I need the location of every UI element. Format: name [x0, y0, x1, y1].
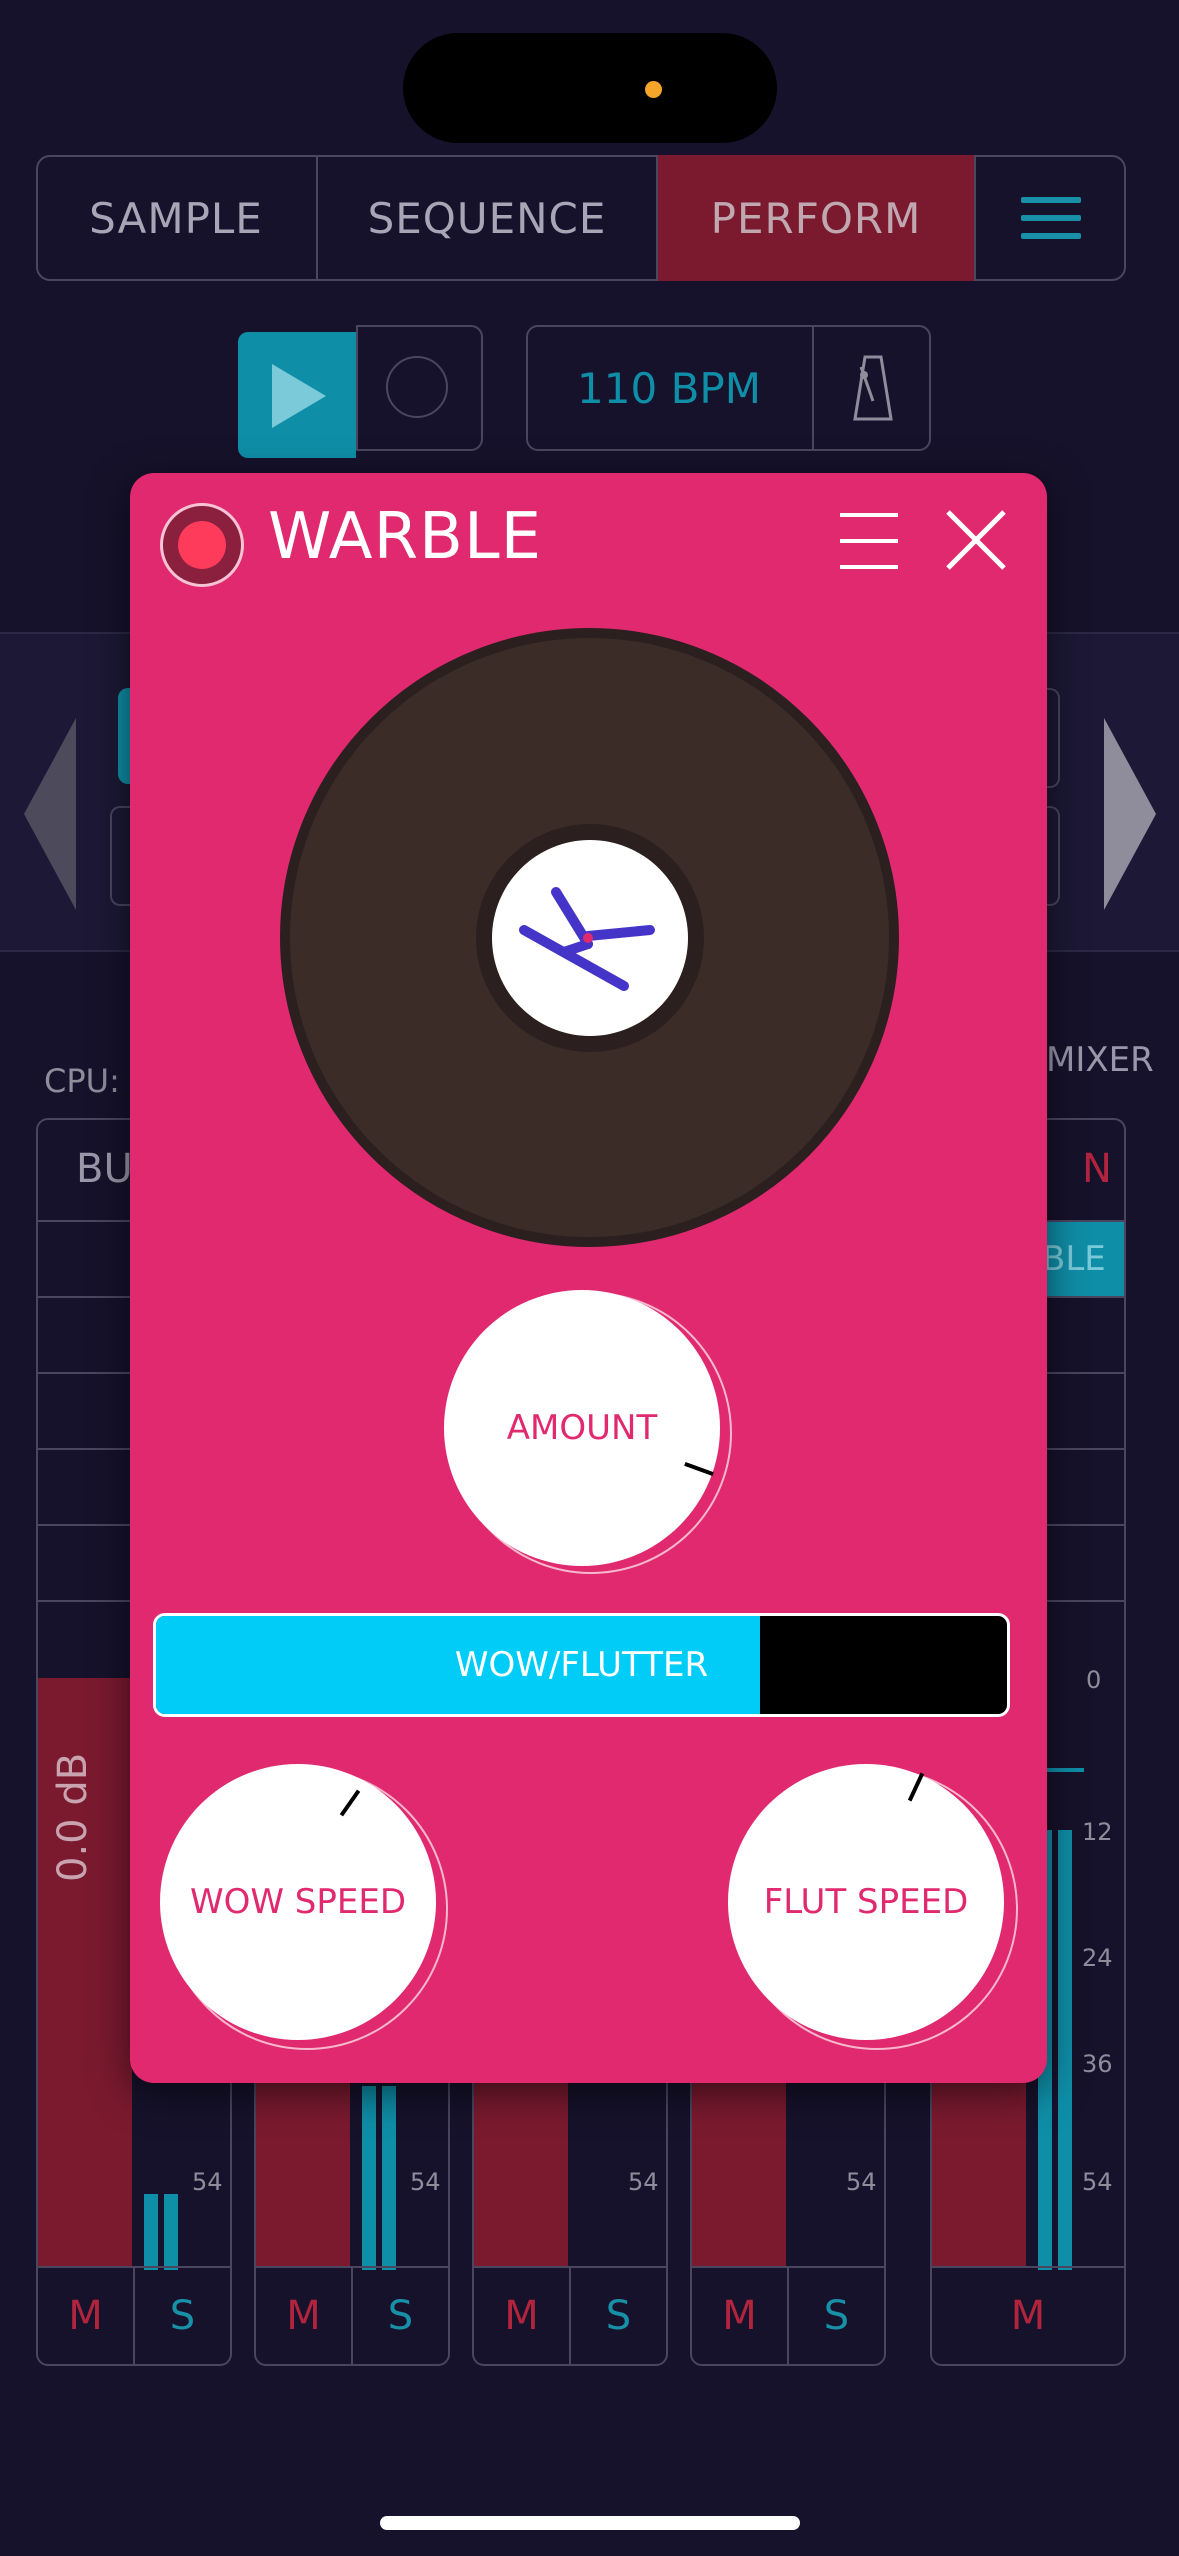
- meter-scale-54: 54: [192, 2168, 223, 2196]
- level-meter: [382, 2086, 396, 2270]
- mute-button[interactable]: M: [932, 2268, 1124, 2364]
- strip-label: BU: [76, 1146, 133, 1192]
- next-arrow-icon[interactable]: [1104, 718, 1156, 910]
- bpm-button[interactable]: 110 BPM: [526, 325, 814, 451]
- reel-spokes-icon: [519, 887, 655, 991]
- wow-flutter-label: WOW/FLUTTER: [454, 1645, 709, 1685]
- menu-icon: [840, 513, 898, 517]
- tab-perform-label: PERFORM: [710, 193, 922, 243]
- level-meter: [164, 2194, 178, 2270]
- fader-db-readout: 0.0 dB: [50, 1752, 96, 1882]
- mute-button[interactable]: M: [38, 2268, 133, 2364]
- volume-fader[interactable]: [932, 2078, 1026, 2268]
- meter-scale-54: 54: [628, 2168, 659, 2196]
- metronome-icon: [852, 355, 893, 421]
- dynamic-island: [403, 33, 777, 143]
- hamburger-icon: [1021, 185, 1081, 251]
- meter-scale-54: 54: [1082, 2168, 1113, 2196]
- panel-menu-button[interactable]: [840, 513, 898, 591]
- reel-hub: [492, 840, 688, 1036]
- meter-scale-54: 54: [846, 2168, 877, 2196]
- home-indicator[interactable]: [380, 2516, 800, 2530]
- meter-scale-36: 36: [1082, 2050, 1113, 2078]
- level-meter: [362, 2086, 376, 2270]
- amount-label: AMOUNT: [506, 1408, 658, 1448]
- main-menu-button[interactable]: [974, 155, 1126, 281]
- flut-speed-label: FLUT SPEED: [763, 1882, 969, 1922]
- wow-speed-label: WOW SPEED: [189, 1882, 407, 1922]
- volume-fader[interactable]: [256, 2078, 350, 2268]
- wow-speed-knob[interactable]: WOW SPEED: [160, 1764, 436, 2040]
- effect-slot-label: BLE: [1042, 1239, 1106, 1279]
- volume-fader[interactable]: [692, 2078, 786, 2268]
- meter-scale-12: 12: [1082, 1818, 1113, 1846]
- mute-button[interactable]: M: [692, 2268, 787, 2364]
- tab-sample[interactable]: SAMPLE: [36, 155, 318, 281]
- mute-button[interactable]: M: [474, 2268, 569, 2364]
- tab-sample-label: SAMPLE: [89, 193, 263, 243]
- solo-button[interactable]: S: [569, 2268, 666, 2364]
- tab-perform[interactable]: PERFORM: [658, 155, 974, 281]
- amount-knob[interactable]: AMOUNT: [444, 1290, 720, 1566]
- metronome-button[interactable]: [814, 325, 931, 451]
- power-indicator-icon: [178, 521, 226, 569]
- meter-scale-0: 0: [1086, 1666, 1102, 1694]
- solo-button[interactable]: S: [133, 2268, 230, 2364]
- mixer-label: MIXER: [1046, 1040, 1154, 1080]
- master-fader-marker: [1042, 1768, 1084, 1772]
- level-meter: [1058, 1830, 1072, 2270]
- volume-fader[interactable]: [474, 2078, 568, 2268]
- close-icon: [946, 510, 1006, 570]
- panel-title: WARBLE: [268, 500, 543, 574]
- mute-button[interactable]: M: [256, 2268, 351, 2364]
- flut-speed-knob[interactable]: FLUT SPEED: [728, 1764, 1004, 2040]
- play-icon: [272, 364, 326, 428]
- tab-sequence[interactable]: SEQUENCE: [318, 155, 658, 281]
- meter-scale-24: 24: [1082, 1944, 1113, 1972]
- solo-button[interactable]: S: [351, 2268, 448, 2364]
- wow-flutter-slider[interactable]: WOW/FLUTTER: [153, 1613, 1010, 1717]
- level-meter: [144, 2194, 158, 2270]
- effect-slot-warble[interactable]: BLE: [1042, 1222, 1124, 1296]
- record-icon: [386, 356, 448, 418]
- bpm-value: 110 BPM: [577, 363, 761, 413]
- privacy-indicator: [645, 81, 662, 98]
- solo-button[interactable]: S: [787, 2268, 884, 2364]
- previous-arrow-icon[interactable]: [24, 718, 76, 910]
- strip-label: N: [1082, 1146, 1112, 1192]
- tab-sequence-label: SEQUENCE: [367, 193, 607, 243]
- close-button[interactable]: [944, 508, 1008, 572]
- meter-scale-54: 54: [410, 2168, 441, 2196]
